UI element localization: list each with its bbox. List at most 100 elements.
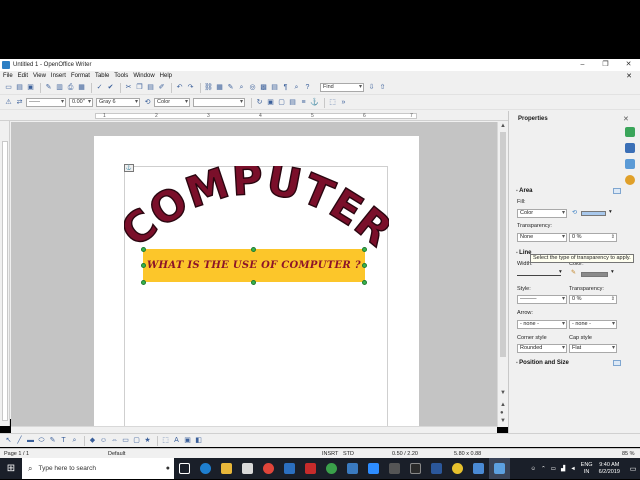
arrow-end-select[interactable]: - none - xyxy=(569,320,617,329)
line-color-dropdown-icon[interactable]: ▾ xyxy=(611,269,614,275)
stars-icon[interactable]: ★ xyxy=(143,436,152,445)
position-more-options-icon[interactable] xyxy=(613,360,621,366)
callout-icon[interactable]: ⌕ xyxy=(70,436,79,445)
fontwork-gallery-icon[interactable]: A xyxy=(172,436,181,445)
close-document-icon[interactable]: ✕ xyxy=(626,72,632,80)
zoom-level[interactable]: 85 % xyxy=(622,451,635,457)
area-style-select[interactable]: Color xyxy=(154,98,190,107)
select-icon[interactable]: ↖ xyxy=(4,436,13,445)
battery-icon[interactable]: ▭ xyxy=(551,466,556,472)
document-area[interactable]: ⚓ COMPUTER WHAT IS THE USE OF COMPUTER ? xyxy=(11,122,497,427)
arrange-front-icon[interactable]: ▣ xyxy=(266,98,275,107)
area-section-heading[interactable]: Area xyxy=(516,188,532,194)
find-replace-icon[interactable]: ⌕ xyxy=(237,83,246,92)
arrange-back-icon[interactable]: ▢ xyxy=(277,98,286,107)
fill-color-dropdown-icon[interactable]: ▾ xyxy=(609,209,612,215)
line-style-select[interactable]: ——— xyxy=(517,295,567,304)
hyperlink-icon[interactable]: ⛓ xyxy=(204,83,213,92)
fill-color-icon[interactable]: ⟲ xyxy=(572,209,577,216)
line-color-swatch[interactable] xyxy=(581,272,608,277)
symbol-shapes-icon[interactable]: ☺ xyxy=(99,436,108,445)
callouts-icon[interactable]: ▢ xyxy=(132,436,141,445)
copy-icon[interactable]: ❐ xyxy=(135,83,144,92)
menu-format[interactable]: Format xyxy=(71,73,90,79)
transparency-type-select[interactable]: None xyxy=(517,233,567,242)
task-view-icon[interactable] xyxy=(174,458,195,479)
line-width-dropdown-icon[interactable]: ▾ xyxy=(559,269,562,275)
rotate-icon[interactable]: ↻ xyxy=(255,98,264,107)
undo-icon[interactable]: ↶ xyxy=(175,83,184,92)
position-size-heading[interactable]: Position and Size xyxy=(516,360,569,366)
selection-mode[interactable]: STD xyxy=(343,451,354,457)
menu-table[interactable]: Table xyxy=(95,73,109,79)
cut-icon[interactable]: ✂ xyxy=(124,83,133,92)
find-previous-icon[interactable]: ⇩ xyxy=(367,83,376,92)
store-icon[interactable] xyxy=(237,458,258,479)
area-icon[interactable]: ⟲ xyxy=(143,98,152,107)
app-icon-blue[interactable] xyxy=(468,458,489,479)
extrusion-icon[interactable]: ◧ xyxy=(194,436,203,445)
group-icon[interactable]: ⬚ xyxy=(328,98,337,107)
selection-handle[interactable] xyxy=(362,280,367,285)
volume-icon[interactable]: ◄ xyxy=(570,466,575,472)
properties-deck-icon[interactable] xyxy=(625,127,635,137)
app-icon-red[interactable] xyxy=(300,458,321,479)
zoom-app-icon[interactable] xyxy=(363,458,384,479)
arrow-start-select[interactable]: - none - xyxy=(517,320,567,329)
maximize-button[interactable]: ❐ xyxy=(594,59,617,71)
selection-handle[interactable] xyxy=(251,247,256,252)
table-icon[interactable]: ▦ xyxy=(215,83,224,92)
gallery-icon[interactable]: ▩ xyxy=(259,83,268,92)
scroll-thumb[interactable] xyxy=(500,132,506,357)
clock[interactable]: 9:40 AM 6/2/2019 xyxy=(599,462,620,476)
help-icon[interactable]: ? xyxy=(303,83,312,92)
prev-page-icon[interactable]: ▲ xyxy=(500,402,506,408)
clone-format-icon[interactable]: ✐ xyxy=(157,83,166,92)
insert-mode[interactable]: INSRT xyxy=(322,451,338,457)
line-tool-icon[interactable]: ╱ xyxy=(15,436,24,445)
selection-handle[interactable] xyxy=(251,280,256,285)
selection-handle[interactable] xyxy=(141,280,146,285)
chrome-icon[interactable] xyxy=(258,458,279,479)
find-input[interactable]: Find xyxy=(320,83,364,92)
scroll-down-icon[interactable]: ▼ xyxy=(500,390,506,396)
show-hidden-icon[interactable]: ⌃ xyxy=(541,466,546,472)
more-icon[interactable]: » xyxy=(339,98,348,107)
people-icon[interactable]: ☺ xyxy=(531,466,537,472)
edge-icon[interactable] xyxy=(195,458,216,479)
file-explorer-icon[interactable] xyxy=(216,458,237,479)
language-indicator[interactable]: ENG IN xyxy=(581,462,593,476)
close-button[interactable]: ✕ xyxy=(617,59,640,71)
notification-icon[interactable]: ▭ xyxy=(626,465,640,473)
network-icon[interactable]: ▟ xyxy=(561,466,565,472)
align-icon[interactable]: ≡ xyxy=(299,98,308,107)
flowchart-icon[interactable]: ▭ xyxy=(121,436,130,445)
datasource-icon[interactable]: ▤ xyxy=(270,83,279,92)
corner-style-select[interactable]: Rounded xyxy=(517,344,567,353)
area-transparency-field[interactable]: 0 % xyxy=(569,233,617,242)
line-style-select[interactable]: —— xyxy=(26,98,66,107)
sidebar-close-icon[interactable]: ✕ xyxy=(623,115,629,123)
nonprinting-chars-icon[interactable]: ¶ xyxy=(281,83,290,92)
app-icon-yellow[interactable] xyxy=(447,458,468,479)
document-page[interactable]: ⚓ COMPUTER WHAT IS THE USE OF COMPUTER ? xyxy=(94,136,419,427)
selected-textbox[interactable]: WHAT IS THE USE OF COMPUTER ? xyxy=(143,249,365,282)
freeform-icon[interactable]: ✎ xyxy=(48,436,57,445)
paste-icon[interactable]: ▤ xyxy=(146,83,155,92)
open-icon[interactable]: ▤ xyxy=(15,83,24,92)
fill-color-swatch[interactable] xyxy=(581,211,606,216)
navigator-deck-icon[interactable] xyxy=(625,175,635,185)
zoom-icon[interactable]: ⌕ xyxy=(292,83,301,92)
spellcheck-icon[interactable]: ✓ xyxy=(95,83,104,92)
line-width-preview[interactable] xyxy=(517,271,561,276)
selection-handle[interactable] xyxy=(362,247,367,252)
microphone-icon[interactable]: ● xyxy=(166,465,170,472)
horizontal-scrollbar[interactable] xyxy=(11,426,497,433)
basic-shapes-icon[interactable]: ◆ xyxy=(88,436,97,445)
wrap-icon[interactable]: ▤ xyxy=(288,98,297,107)
anchor-icon[interactable]: ⚓ xyxy=(310,98,319,107)
menu-view[interactable]: View xyxy=(33,73,46,79)
windows-start-icon[interactable]: ⊞ xyxy=(0,458,22,479)
arrow-style-icon[interactable]: ⇄ xyxy=(15,98,24,107)
terminal-icon[interactable] xyxy=(405,458,426,479)
